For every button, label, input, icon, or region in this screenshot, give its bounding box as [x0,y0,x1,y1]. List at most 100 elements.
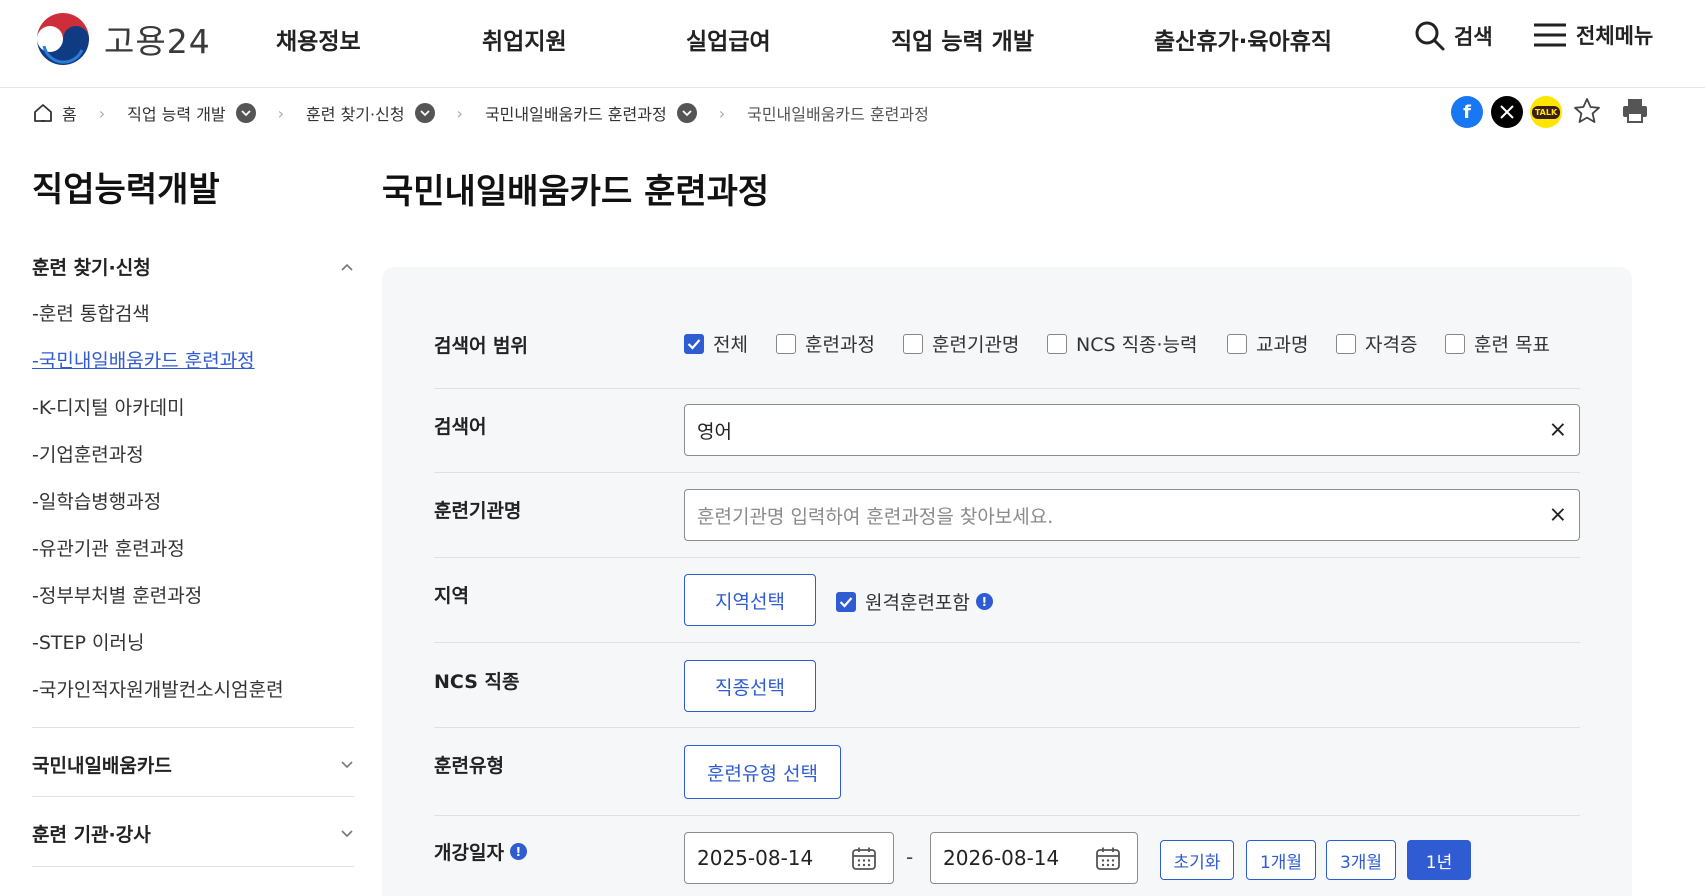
sidebar-item-step-elearning[interactable]: -STEP 이러닝 [32,628,144,655]
x-share-button[interactable] [1491,96,1523,128]
sidebar-item-integrated-search[interactable]: -훈련 통합검색 [32,299,150,326]
sidebar-item-related-agency[interactable]: -유관기관 훈련과정 [32,534,185,561]
chevron-down-icon[interactable] [414,103,435,123]
breadcrumb-vocational[interactable]: 직업 능력 개발 [127,101,256,125]
breadcrumb-separator-icon: › [277,103,285,123]
printer-icon [1623,99,1647,123]
nav-vocational-training[interactable]: 직업 능력 개발 [891,22,1034,56]
calendar-icon[interactable] [851,846,877,872]
breadcrumb-label: 국민내일배움카드 훈련과정 [747,105,929,124]
breadcrumb-training-search[interactable]: 훈련 찾기·신청 [306,101,435,125]
checkbox-icon [1445,333,1465,354]
period-1-year-button[interactable]: 1년 [1407,840,1471,880]
keyword-input-value: 영어 [697,420,732,443]
calendar-icon[interactable] [1095,846,1121,872]
sidebar-item-consortium[interactable]: -국가인적자원개발컨소시엄훈련 [32,675,284,702]
remote-training-checkbox[interactable]: 원격훈련포함 ! [836,588,993,615]
sidebar-item-card-course[interactable]: -국민내일배움카드 훈련과정 [32,346,255,373]
search-form-panel [382,267,1632,896]
search-label: 검색 [1454,25,1493,49]
nav-employment-support[interactable]: 취업지원 [482,22,567,56]
breadcrumb-separator-icon: › [718,103,726,123]
scope-certificate-checkbox[interactable]: 자격증 [1336,330,1417,357]
sidebar-group-institution[interactable]: 훈련 기관·강사 [32,820,354,847]
nav-parental-leave[interactable]: 출산휴가·육아휴직 [1154,22,1332,56]
facebook-share-button[interactable]: f [1451,96,1483,128]
training-type-select-button[interactable]: 훈련유형 선택 [684,745,841,799]
ncs-label: NCS 직종 [434,671,520,693]
star-icon [1574,98,1600,123]
row-divider [434,815,1580,816]
training-type-label: 훈련유형 [434,755,504,777]
scope-subject-checkbox[interactable]: 교과명 [1227,330,1308,357]
kakaotalk-icon-label: TALK [1531,105,1561,119]
row-divider [434,557,1580,558]
sidebar-item-ministry[interactable]: -정부부처별 훈련과정 [32,581,202,608]
end-date-value: 2026-08-14 [943,846,1060,870]
scope-institution-checkbox[interactable]: 훈련기관명 [903,330,1019,357]
kakaotalk-icon: TALK [1530,96,1562,128]
x-icon [1491,96,1523,128]
search-button[interactable]: 검색 [1414,20,1493,52]
logo-text: 고용24 [104,22,211,61]
sidebar-group-card[interactable]: 국민내일배움카드 [32,751,354,778]
close-icon[interactable]: × [1549,503,1567,528]
breadcrumb-home-label: 홈 [62,105,77,124]
full-menu-label: 전체메뉴 [1576,24,1654,48]
ncs-select-button[interactable]: 직종선택 [684,660,816,712]
breadcrumb-home[interactable]: 홈 [32,101,77,125]
facebook-icon: f [1451,96,1483,128]
hamburger-icon [1534,23,1566,47]
checkbox-icon [903,333,923,354]
breadcrumb-label: 국민내일배움카드 훈련과정 [484,105,667,124]
info-icon[interactable]: ! [509,843,527,860]
breadcrumb-card-course[interactable]: 국민내일배움카드 훈련과정 [485,101,697,125]
sidebar-divider [32,866,354,867]
institution-label: 훈련기관명 [434,500,522,522]
kakaotalk-share-button[interactable]: TALK [1530,96,1562,128]
period-1-month-button[interactable]: 1개월 [1246,840,1316,880]
start-date-label-row: 개강일자 ! [434,838,527,865]
scope-ncs-checkbox[interactable]: NCS 직종·능력 [1047,330,1198,357]
nav-job-info[interactable]: 채용정보 [276,22,361,56]
region-label: 지역 [434,585,469,607]
print-button[interactable] [1620,96,1650,126]
reset-date-button[interactable]: 초기화 [1160,840,1234,880]
site-header: 고용24 채용정보 취업지원 실업급여 직업 능력 개발 출산휴가·육아휴직 검… [0,0,1705,88]
chevron-down-icon[interactable] [235,103,256,123]
chevron-down-icon [341,760,353,768]
scope-label: 검색어 범위 [434,335,529,357]
scope-goal-checkbox[interactable]: 훈련 목표 [1445,330,1550,357]
scope-all-checkbox[interactable]: 전체 [684,330,748,357]
institution-input-placeholder: 훈련기관명 입력하여 훈련과정을 찾아보세요. [697,505,1054,528]
sidebar-group-training-search[interactable]: 훈련 찾기·신청 [32,253,354,280]
full-menu-button[interactable]: 전체메뉴 [1532,20,1653,50]
row-divider [434,727,1580,728]
chevron-up-icon [341,263,353,271]
site-logo[interactable]: 고용24 [34,10,211,68]
region-select-button[interactable]: 지역선택 [684,574,816,626]
breadcrumb: 홈 › 직업 능력 개발 › 훈련 찾기·신청 › 국민내일배움카드 훈련과정 … [32,100,929,126]
breadcrumb-current: 국민내일배움카드 훈련과정 [747,101,929,125]
sidebar-group-label: 국민내일배움카드 [32,755,172,777]
period-3-month-button[interactable]: 3개월 [1326,840,1396,880]
sidebar-item-k-digital[interactable]: -K-디지털 아카데미 [32,393,185,420]
close-icon[interactable]: × [1549,418,1567,443]
row-divider [434,642,1580,643]
sidebar-item-company-training[interactable]: -기업훈련과정 [32,440,144,467]
checkbox-checked-icon [684,333,704,354]
start-date-input[interactable]: 2025-08-14 [684,832,894,884]
row-divider [434,472,1580,473]
sidebar-divider [32,727,354,728]
end-date-input[interactable]: 2026-08-14 [930,832,1138,884]
checkbox-icon [1227,333,1247,354]
keyword-input[interactable]: 영어 × [684,404,1580,456]
breadcrumb-label: 훈련 찾기·신청 [306,105,405,124]
bookmark-button[interactable] [1572,96,1602,126]
chevron-down-icon[interactable] [676,103,697,123]
institution-input[interactable]: 훈련기관명 입력하여 훈련과정을 찾아보세요. × [684,489,1580,541]
info-icon[interactable]: ! [975,593,993,610]
sidebar-item-work-study[interactable]: -일학습병행과정 [32,487,161,514]
scope-course-checkbox[interactable]: 훈련과정 [776,330,875,357]
nav-unemployment-benefit[interactable]: 실업급여 [686,22,771,56]
